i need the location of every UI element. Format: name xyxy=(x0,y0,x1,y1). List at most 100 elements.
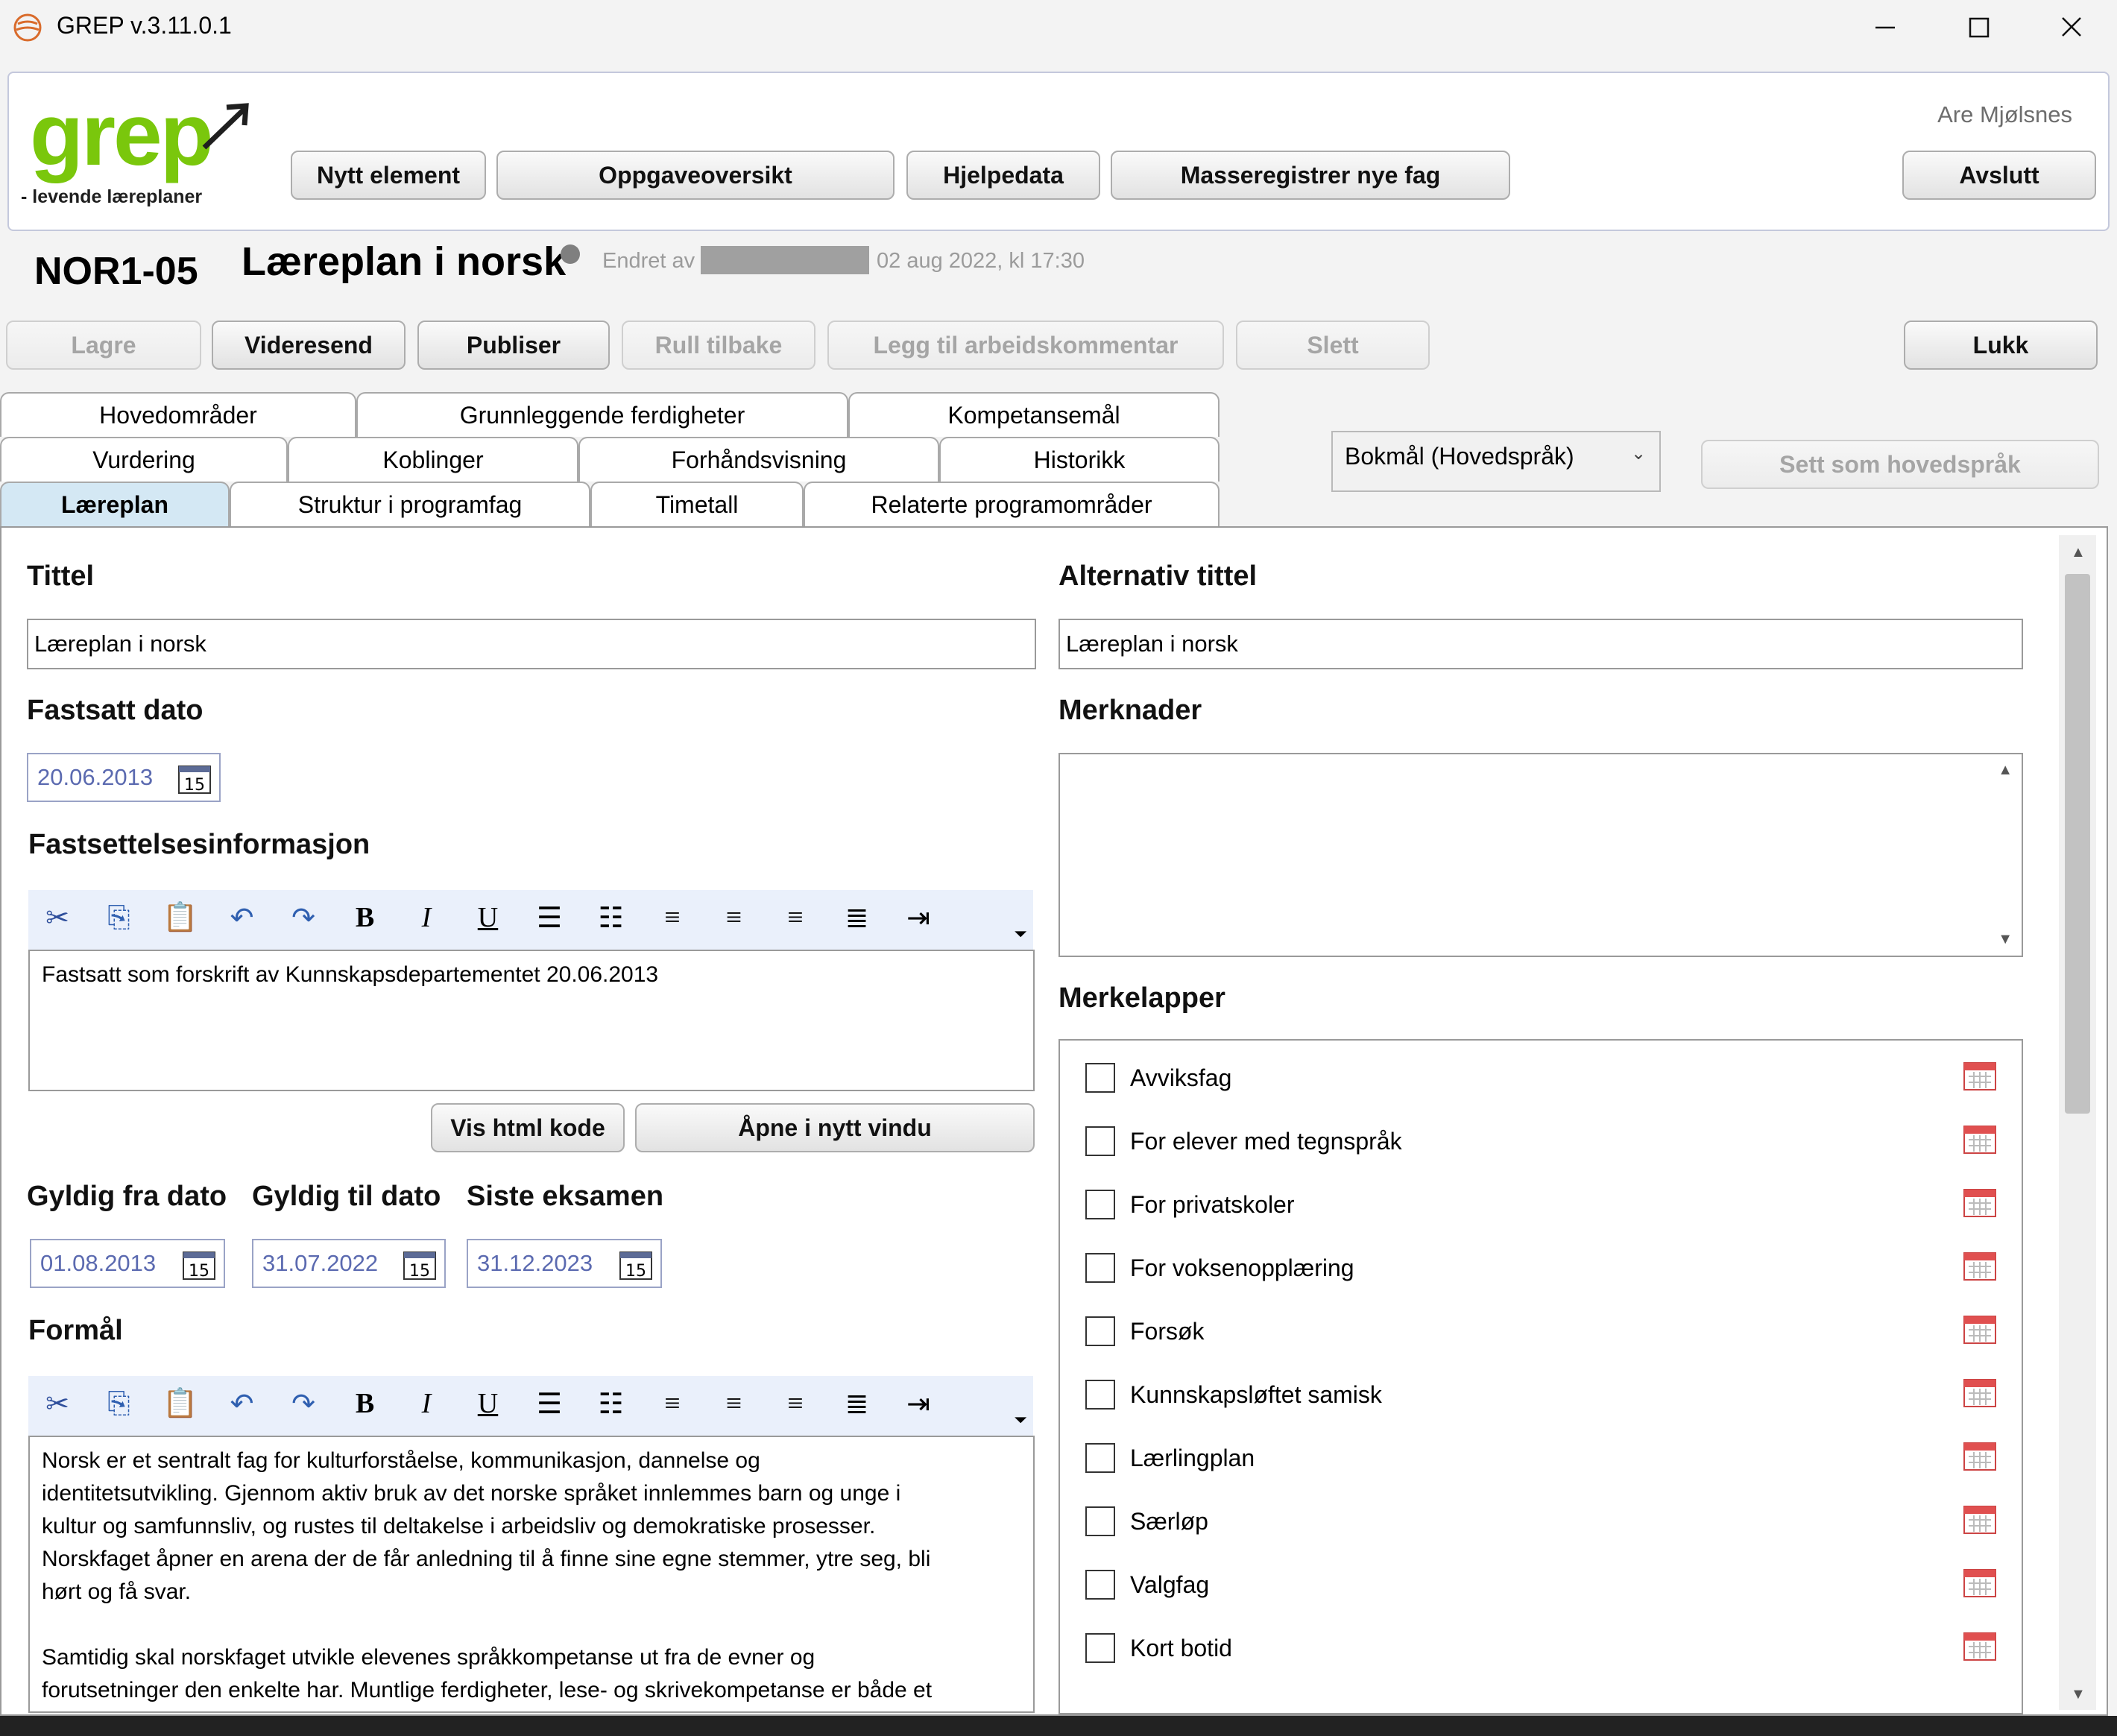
tag-checkbox[interactable] xyxy=(1085,1190,1115,1219)
tag-item[interactable]: For privatskoler xyxy=(1085,1190,1295,1219)
bullet-list-icon[interactable]: ☰ xyxy=(529,1385,570,1422)
align-right-icon[interactable]: ≡ xyxy=(775,899,815,936)
remarks-textarea[interactable]: ▲ ▼ xyxy=(1058,753,2023,957)
tag-calendar-icon[interactable] xyxy=(1962,1249,1998,1281)
language-select[interactable]: Bokmål (Hovedspråk) xyxy=(1331,431,1661,492)
align-left-icon[interactable]: ≡ xyxy=(652,899,692,936)
title-input[interactable]: Læreplan i norsk xyxy=(27,619,1036,669)
tag-checkbox[interactable] xyxy=(1085,1570,1115,1600)
tag-calendar-icon[interactable] xyxy=(1962,1375,1998,1408)
delete-button[interactable]: Slett xyxy=(1236,321,1430,370)
indent-icon[interactable]: ⇥ xyxy=(898,899,938,936)
set-date-picker[interactable]: 20.06.2013 15 xyxy=(27,753,221,802)
tag-calendar-icon[interactable] xyxy=(1962,1565,1998,1598)
tag-calendar-icon[interactable] xyxy=(1962,1122,1998,1155)
tag-item[interactable]: Lærlingplan xyxy=(1085,1443,1255,1473)
publish-button[interactable]: Publiser xyxy=(417,321,610,370)
justify-icon[interactable]: ≣ xyxy=(837,899,877,936)
purpose-editor[interactable]: Norsk er et sentralt fag for kulturforst… xyxy=(28,1436,1035,1713)
tag-calendar-icon[interactable] xyxy=(1962,1629,1998,1661)
last-exam-picker[interactable]: 31.12.2023 15 xyxy=(467,1239,662,1288)
calendar-icon[interactable]: 15 xyxy=(619,1248,653,1281)
tab-grunnleggende-ferdigheter[interactable]: Grunnleggende ferdigheter xyxy=(356,392,848,437)
tag-item[interactable]: Forsøk xyxy=(1085,1316,1205,1346)
rollback-button[interactable]: Rull tilbake xyxy=(622,321,815,370)
set-info-editor[interactable]: Fastsatt som forskrift av Kunnskapsdepar… xyxy=(28,950,1035,1091)
tab-forhandsvisning[interactable]: Forhåndsvisning xyxy=(578,437,939,482)
mass-register-button[interactable]: Masseregistrer nye fag xyxy=(1111,151,1510,200)
tag-calendar-icon[interactable] xyxy=(1962,1502,1998,1535)
save-button[interactable]: Lagre xyxy=(6,321,201,370)
numbered-list-icon[interactable]: ☷ xyxy=(591,899,631,936)
tag-calendar-icon[interactable] xyxy=(1962,1185,1998,1218)
tag-item[interactable]: Avviksfag xyxy=(1085,1063,1231,1093)
paste-icon[interactable]: 📋 xyxy=(160,1385,201,1422)
scrollbar-thumb[interactable] xyxy=(2065,574,2090,1114)
maximize-icon[interactable] xyxy=(1960,10,1998,45)
undo-icon[interactable]: ↶ xyxy=(222,1385,262,1422)
italic-icon[interactable]: I xyxy=(406,1385,447,1422)
bold-icon[interactable]: B xyxy=(345,899,385,936)
forward-button[interactable]: Videresend xyxy=(212,321,406,370)
copy-icon[interactable]: ⎘ xyxy=(99,899,139,936)
tag-item[interactable]: For elever med tegnspråk xyxy=(1085,1126,1402,1156)
undo-icon[interactable]: ↶ xyxy=(222,899,262,936)
paste-icon[interactable]: 📋 xyxy=(160,899,201,936)
underline-icon[interactable]: U xyxy=(468,899,508,936)
add-comment-button[interactable]: Legg til arbeidskommentar xyxy=(827,321,1224,370)
task-overview-button[interactable]: Oppgaveoversikt xyxy=(496,151,895,200)
tab-relaterte-programomrader[interactable]: Relaterte programområder xyxy=(804,482,1220,526)
underline-icon[interactable]: U xyxy=(468,1385,508,1422)
tag-checkbox[interactable] xyxy=(1085,1316,1115,1346)
scroll-up-icon[interactable]: ▲ xyxy=(2071,544,2086,561)
tab-vurdering[interactable]: Vurdering xyxy=(0,437,288,482)
tag-checkbox[interactable] xyxy=(1085,1443,1115,1473)
tag-checkbox[interactable] xyxy=(1085,1253,1115,1283)
tag-calendar-icon[interactable] xyxy=(1962,1058,1998,1091)
minimize-icon[interactable] xyxy=(1867,10,1904,45)
tag-calendar-icon[interactable] xyxy=(1962,1439,1998,1471)
align-left-icon[interactable]: ≡ xyxy=(652,1385,692,1422)
align-center-icon[interactable]: ≡ xyxy=(714,1385,754,1422)
exit-button[interactable]: Avslutt xyxy=(1902,151,2096,200)
bold-icon[interactable]: B xyxy=(345,1385,385,1422)
tab-koblinger[interactable]: Koblinger xyxy=(288,437,578,482)
valid-from-picker[interactable]: 01.08.2013 15 xyxy=(30,1239,225,1288)
tag-checkbox[interactable] xyxy=(1085,1063,1115,1093)
italic-icon[interactable]: I xyxy=(406,899,447,936)
valid-to-picker[interactable]: 31.07.2022 15 xyxy=(252,1239,446,1288)
toolbar-overflow-icon[interactable]: ⏷ xyxy=(1000,915,1041,953)
indent-icon[interactable]: ⇥ xyxy=(898,1385,938,1422)
scroll-down-icon[interactable]: ▼ xyxy=(1998,931,2013,948)
show-html-button[interactable]: Vis html kode xyxy=(431,1103,625,1152)
tag-item[interactable]: Særløp xyxy=(1085,1506,1208,1536)
tag-checkbox[interactable] xyxy=(1085,1633,1115,1663)
scroll-down-icon[interactable]: ▼ xyxy=(2071,1686,2086,1703)
align-right-icon[interactable]: ≡ xyxy=(775,1385,815,1422)
cut-icon[interactable]: ✂ xyxy=(37,899,78,936)
copy-icon[interactable]: ⎘ xyxy=(99,1385,139,1422)
tag-checkbox[interactable] xyxy=(1085,1126,1115,1156)
set-main-language-button[interactable]: Sett som hovedspråk xyxy=(1701,440,2099,489)
calendar-icon[interactable]: 15 xyxy=(403,1248,437,1281)
tag-calendar-icon[interactable] xyxy=(1962,1312,1998,1345)
tag-item[interactable]: Kort botid xyxy=(1085,1633,1232,1663)
align-center-icon[interactable]: ≡ xyxy=(714,899,754,936)
tab-hovedomrader[interactable]: Hovedområder xyxy=(0,392,356,437)
redo-icon[interactable]: ↷ xyxy=(283,899,324,936)
tag-item[interactable]: Kunnskapsløftet samisk xyxy=(1085,1380,1382,1410)
redo-icon[interactable]: ↷ xyxy=(283,1385,324,1422)
calendar-icon[interactable]: 15 xyxy=(177,762,212,795)
bullet-list-icon[interactable]: ☰ xyxy=(529,899,570,936)
close-icon[interactable] xyxy=(2053,10,2090,45)
tag-item[interactable]: Valgfag xyxy=(1085,1570,1209,1600)
tag-checkbox[interactable] xyxy=(1085,1380,1115,1410)
cut-icon[interactable]: ✂ xyxy=(37,1385,78,1422)
scroll-up-icon[interactable]: ▲ xyxy=(1998,762,2013,779)
open-new-window-button[interactable]: Åpne i nytt vindu xyxy=(635,1103,1035,1152)
calendar-icon[interactable]: 15 xyxy=(182,1248,216,1281)
tag-checkbox[interactable] xyxy=(1085,1506,1115,1536)
tab-laereplan[interactable]: Læreplan xyxy=(0,482,230,526)
new-element-button[interactable]: Nytt element xyxy=(291,151,486,200)
tab-kompetansemal[interactable]: Kompetansemål xyxy=(848,392,1220,437)
